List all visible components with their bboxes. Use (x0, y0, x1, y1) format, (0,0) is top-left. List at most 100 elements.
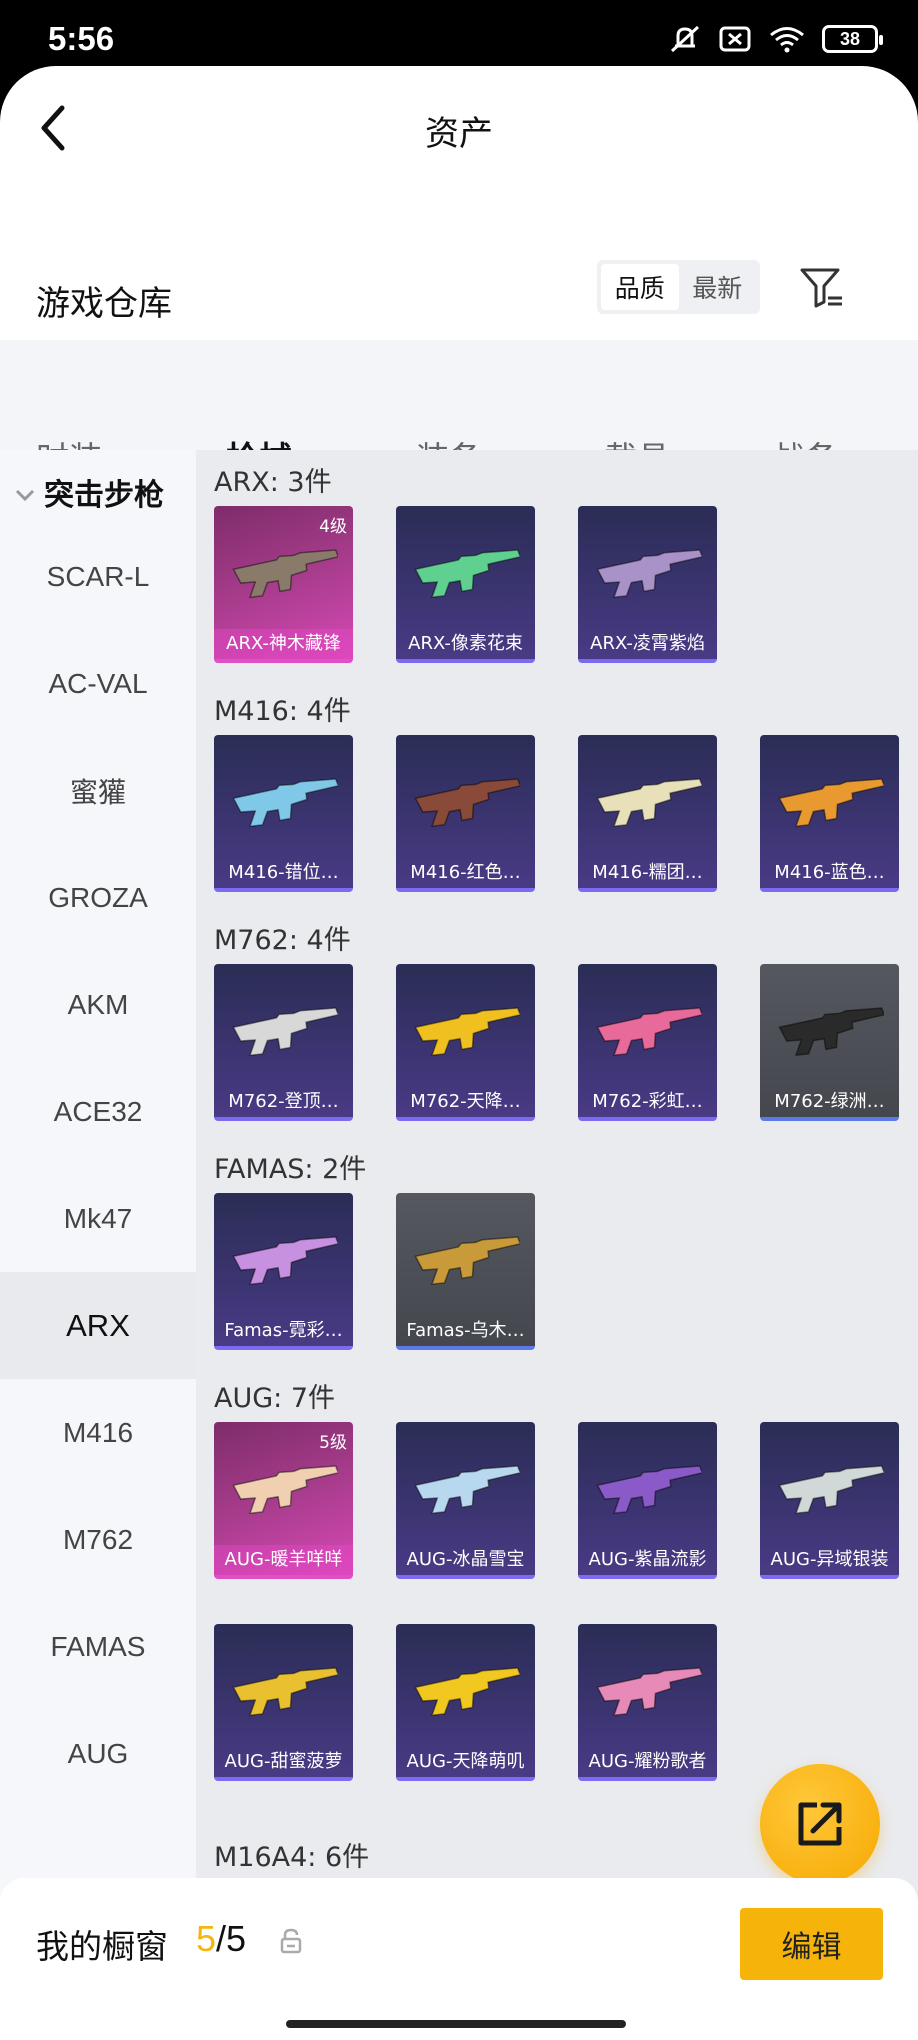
weapon-skin-card[interactable]: M762-绿洲… (760, 964, 899, 1121)
warehouse-title: 游戏仓库 (36, 284, 172, 324)
rifle-icon (232, 1007, 338, 1057)
rifle-icon (414, 1667, 520, 1717)
battery-icon: 38 (822, 25, 883, 53)
weapon-skin-grid: ARX: 3件 4级 ARX-神木藏锋 ARX-像素花束 ARX-凌霄紫焰 M416: 4… (196, 450, 918, 2038)
edit-button[interactable]: 编辑 (740, 1908, 883, 1980)
weapon-skin-card[interactable]: AUG-紫晶流影 (578, 1422, 717, 1579)
weapon-skin-card[interactable]: Famas-乌木… (396, 1193, 535, 1350)
page-title: 资产 (425, 114, 493, 154)
weapon-skin-card[interactable]: AUG-冰晶雪宝 (396, 1422, 535, 1579)
rifle-icon (596, 1007, 702, 1057)
section-title: FAMAS: 2件 (214, 1154, 367, 1185)
rifle-icon (414, 1236, 520, 1286)
rifle-icon (778, 1007, 884, 1057)
warehouse-header: 游戏仓库 (0, 266, 918, 338)
weapon-skin-card[interactable]: 5级 AUG-暖羊咩咩 (214, 1422, 353, 1579)
showcase-current: 5 (196, 1918, 217, 1959)
weapon-skin-card[interactable]: ARX-凌霄紫焰 (578, 506, 717, 663)
weapon-skin-card[interactable]: AUG-甜蜜菠萝 (214, 1624, 353, 1781)
skin-name: Famas-乌木… (406, 1320, 525, 1341)
sidebar-group-assault-rifle[interactable]: 突击步枪 (14, 470, 164, 514)
rifle-icon (414, 549, 520, 599)
rifle-icon (596, 1465, 702, 1515)
weapon-type-sidebar: 突击步枪 SCAR-L AC-VAL 蜜獾 GROZA AKM ACE32 Mk… (0, 450, 196, 1950)
skin-name: ARX-神木藏锋 (214, 629, 353, 659)
sidebar-item-akm[interactable]: AKM (0, 951, 196, 1058)
skin-name: M416-红色… (410, 862, 521, 883)
rifle-icon (596, 778, 702, 828)
sidebar-item-arx[interactable]: ARX (0, 1272, 196, 1379)
weapon-skin-card[interactable]: M416-糯团… (578, 735, 717, 892)
section-title: AUG: 7件 (214, 1383, 336, 1414)
showcase-count: 5/5 (196, 1918, 246, 1960)
sort-quality-button[interactable]: 品质 (601, 264, 679, 310)
skin-name: AUG-暖羊咩咩 (214, 1545, 353, 1575)
weapon-skin-card[interactable]: AUG-耀粉歌者 (578, 1624, 717, 1781)
rifle-icon (414, 1465, 520, 1515)
skin-name: M416-错位… (228, 862, 339, 883)
section-title: M16A4: 6件 (214, 1842, 370, 1873)
level-badge: 5级 (319, 1433, 347, 1453)
skin-name: AUG-紫晶流影 (588, 1549, 707, 1570)
skin-name: AUG-冰晶雪宝 (406, 1549, 525, 1570)
rifle-icon (232, 549, 338, 599)
rifle-icon (232, 1667, 338, 1717)
weapon-skin-card[interactable]: M416-红色… (396, 735, 535, 892)
rifle-icon (596, 1667, 702, 1717)
skin-name: M416-糯团… (592, 862, 703, 883)
chevron-down-icon (14, 475, 36, 510)
showcase-total: /5 (216, 1918, 247, 1959)
skin-name: ARX-像素花束 (408, 633, 523, 654)
sidebar-item-mk47[interactable]: Mk47 (0, 1165, 196, 1272)
skin-name: AUG-耀粉歌者 (588, 1751, 707, 1772)
skin-name: ARX-凌霄紫焰 (590, 633, 705, 654)
sidebar-item-scar-l[interactable]: SCAR-L (0, 523, 196, 630)
sidebar-item-m416[interactable]: M416 (0, 1379, 196, 1486)
sidebar-item-famas[interactable]: FAMAS (0, 1593, 196, 1700)
rifle-icon (232, 778, 338, 828)
sidebar-item-ac-val[interactable]: AC-VAL (0, 630, 196, 737)
weapon-skin-card[interactable]: ARX-像素花束 (396, 506, 535, 663)
weapon-skin-card[interactable]: M762-登顶… (214, 964, 353, 1121)
weapon-skin-card[interactable]: M416-错位… (214, 735, 353, 892)
weapon-skin-card[interactable]: Famas-霓彩… (214, 1193, 353, 1350)
sidebar-item-m762[interactable]: M762 (0, 1486, 196, 1593)
rifle-icon (414, 1007, 520, 1057)
weapon-skin-card[interactable]: AUG-天降萌叽 (396, 1624, 535, 1781)
skin-name: M762-彩虹… (592, 1091, 703, 1112)
section-title: M416: 4件 (214, 696, 351, 727)
sort-toggle: 品质 最新 (597, 260, 760, 314)
skin-name: M762-天降… (410, 1091, 521, 1112)
filter-button[interactable] (796, 262, 848, 314)
rifle-icon (596, 549, 702, 599)
skin-name: AUG-天降萌叽 (406, 1751, 525, 1772)
weapon-skin-card[interactable]: AUG-异域银装 (760, 1422, 899, 1579)
level-badge: 4级 (319, 517, 347, 537)
showcase-bar: 我的橱窗 5/5 编辑 (0, 1878, 918, 2040)
share-button[interactable] (760, 1764, 880, 1884)
skin-name: M762-绿洲… (774, 1091, 885, 1112)
rifle-icon (414, 778, 520, 828)
weapon-skin-card[interactable]: 4级 ARX-神木藏锋 (214, 506, 353, 663)
section-title: ARX: 3件 (214, 467, 332, 498)
assets-page: 资产 游戏仓库 品质 最新 时装679 枪械256 装备275 载具0 战备18… (0, 66, 918, 2040)
skin-name: AUG-异域银装 (770, 1549, 889, 1570)
status-icons: 38 (668, 24, 883, 54)
rifle-icon (778, 778, 884, 828)
section-title: M762: 4件 (214, 925, 351, 956)
sidebar-item-honey-badger[interactable]: 蜜獾 (0, 737, 196, 844)
skin-name: M416-蓝色… (774, 862, 885, 883)
weapon-skin-card[interactable]: M762-天降… (396, 964, 535, 1121)
rifle-icon (232, 1236, 338, 1286)
sim-off-icon (718, 24, 752, 54)
lock-icon (280, 1928, 302, 1954)
weapon-skin-card[interactable]: M416-蓝色… (760, 735, 899, 892)
share-external-icon (798, 1802, 842, 1846)
nav-bar: 资产 (0, 66, 918, 192)
weapon-skin-card[interactable]: M762-彩虹… (578, 964, 717, 1121)
filter-icon (800, 268, 842, 308)
sort-newest-button[interactable]: 最新 (679, 264, 757, 310)
sidebar-item-ace32[interactable]: ACE32 (0, 1058, 196, 1165)
sidebar-item-groza[interactable]: GROZA (0, 844, 196, 951)
sidebar-item-aug[interactable]: AUG (0, 1700, 196, 1807)
